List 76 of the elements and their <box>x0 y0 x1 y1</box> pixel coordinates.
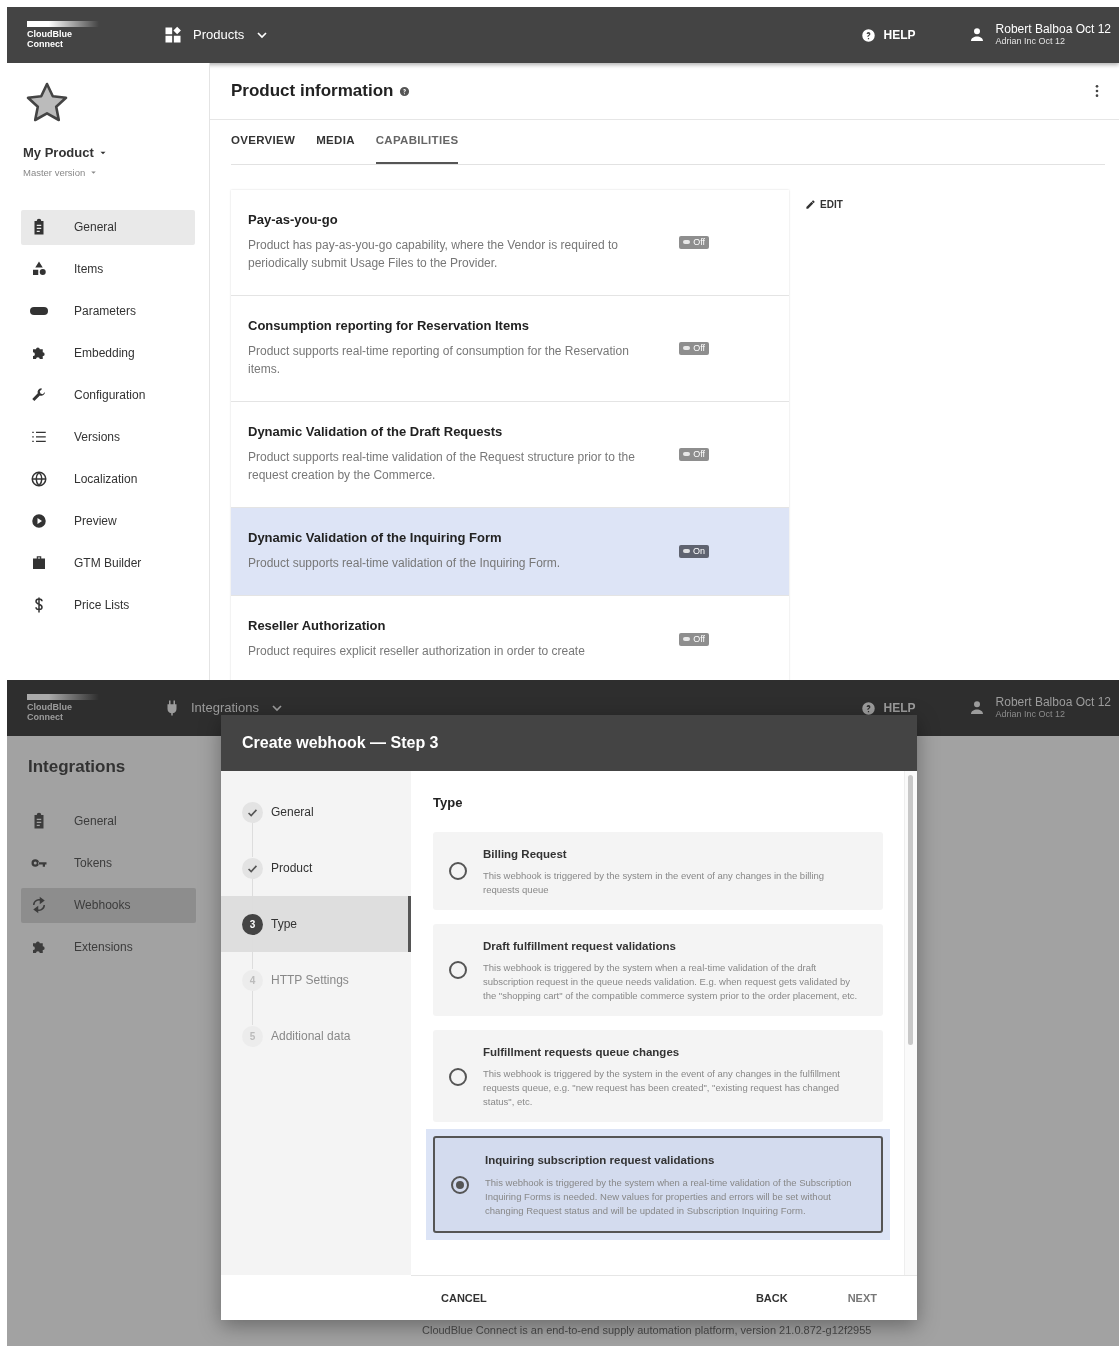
sidebar-item[interactable]: Embedding <box>21 335 195 371</box>
sidebar-item[interactable]: Versions <box>21 419 195 455</box>
logo: CloudBlue Connect <box>27 694 99 722</box>
toggle-chip[interactable]: On <box>679 544 709 558</box>
account-name: Adrian Inc Oct 12 <box>995 709 1067 720</box>
check-icon <box>242 857 263 879</box>
version-dropdown[interactable]: Master version <box>23 165 99 180</box>
capability-description: Product supports real-time validation of the Inquiring Form. <box>248 555 562 572</box>
step-number: 3 <box>242 913 263 935</box>
tab[interactable]: CAPABILITIES <box>375 131 459 164</box>
radio-button[interactable] <box>449 1067 467 1086</box>
sidebar-item[interactable]: General <box>21 803 196 839</box>
user-name: Robert Balboa Oct 12 <box>995 23 1111 36</box>
account-name: Adrian Inc Oct 12 <box>995 36 1067 47</box>
edit-button[interactable]: EDIT <box>805 195 843 213</box>
grid-icon <box>163 25 183 45</box>
capability-title: Reseller Authorization <box>248 618 387 634</box>
scrollbar[interactable] <box>908 775 913 1045</box>
cancel-button[interactable]: CANCEL <box>431 1285 497 1311</box>
help-icon <box>860 27 876 43</box>
module-switcher[interactable]: Integrations <box>163 698 285 718</box>
radio-button[interactable] <box>451 1175 469 1194</box>
option-description: This webhook is triggered by the system in the event of any changes in the fulfillment requests queue, e.g. "new request has been created", "existing request has changed status", etc. <box>483 1067 841 1110</box>
sync-icon <box>30 896 48 914</box>
sidebar-item[interactable]: Extensions <box>21 929 196 965</box>
capability-description: Product requires explicit reseller authorization in order to create <box>248 643 586 660</box>
sidebar-item[interactable]: Price Lists <box>21 587 195 623</box>
pencil-icon <box>805 198 816 210</box>
radio-button[interactable] <box>449 961 467 980</box>
sidebar-item[interactable]: Configuration <box>21 377 195 413</box>
user-name: Robert Balboa Oct 12 <box>995 696 1111 709</box>
sidebar-item[interactable]: Preview <box>21 503 195 539</box>
wizard-step[interactable]: 3 Type <box>221 896 411 952</box>
sidebar-item[interactable]: Localization <box>21 461 195 497</box>
option-title: Billing Request <box>483 846 568 862</box>
sidebar-item[interactable]: Tokens <box>21 845 196 881</box>
capability-title: Dynamic Validation of the Draft Requests <box>248 424 504 440</box>
wizard-step[interactable]: Product <box>221 840 411 896</box>
capability-title: Consumption reporting for Reservation Items <box>248 318 530 334</box>
pill-icon <box>30 307 48 316</box>
dialog-button[interactable]: BACK <box>745 1285 798 1311</box>
product-name-dropdown[interactable]: My Product <box>23 143 108 163</box>
option-description: This webhook is triggered by the system when a real-time validation of the draft subscription request in the queue needs validation. E.g. when request gets validated by the "shopping cart" of the compatible commerce system prior to the order placement, etc. <box>483 961 859 1003</box>
globe-icon <box>30 470 48 489</box>
capability-description: Product has pay-as-you-go capability, where the Vendor is required to periodically submit Usage Files to the Provider. <box>248 237 619 272</box>
capability-title: Dynamic Validation of the Inquiring Form <box>248 530 503 546</box>
check-icon <box>242 801 263 823</box>
capability-description: Product supports real-time validation of the Request structure prior to the request creation by the Commerce. <box>248 449 636 484</box>
tab[interactable]: OVERVIEW <box>231 131 296 164</box>
option-card[interactable]: Billing Request This webhook is triggered by the system in the event of any changes in the billing requests queue <box>433 831 883 910</box>
section-title: Type <box>433 794 464 812</box>
page-title: Product information <box>231 80 394 103</box>
option-title: Fulfillment requests queue changes <box>483 1045 681 1060</box>
play-icon <box>30 512 48 531</box>
logo: CloudBlue Connect <box>27 21 99 49</box>
module-switcher[interactable]: Products <box>163 25 271 45</box>
sidebar-item[interactable]: Items <box>21 251 195 287</box>
option-title: Inquiring subscription request validations <box>485 1153 716 1169</box>
help-icon[interactable] <box>399 85 411 97</box>
footer-text: CloudBlue Connect is an end-to-end supply automation platform, version 21.0.872-g12f2955 <box>422 1322 873 1338</box>
sidebar-item[interactable]: GTM Builder <box>21 545 195 581</box>
wizard-step[interactable]: General <box>221 784 411 840</box>
help-button[interactable]: HELP <box>854 25 922 45</box>
sidebar-title: Integrations <box>27 756 127 778</box>
option-card[interactable] <box>433 1136 883 1233</box>
option-description: This webhook is triggered by the system in the event of any changes in the billing requests queue <box>483 868 826 897</box>
capability-description: Product supports real-time reporting of consumption for the Reservation items. <box>248 343 630 378</box>
dialog-title: Create webhook — Step 3 <box>221 715 917 771</box>
radio-button[interactable] <box>449 862 467 881</box>
tab[interactable]: MEDIA <box>316 131 355 164</box>
sidebar-item[interactable]: Parameters <box>21 293 195 329</box>
sidebar-item[interactable]: General <box>21 209 195 245</box>
help-icon <box>860 700 876 716</box>
option-description: This webhook is triggered by the system when a real-time validation of the Subscription Inquiring Forms is needed. New values for properties and errors will be set without changing Request status and will be updated in Subscription Inquiring Form. <box>485 1175 853 1218</box>
option-title: Draft fulfillment request validations <box>483 938 677 954</box>
capability-title: Pay-as-you-go <box>248 212 339 228</box>
